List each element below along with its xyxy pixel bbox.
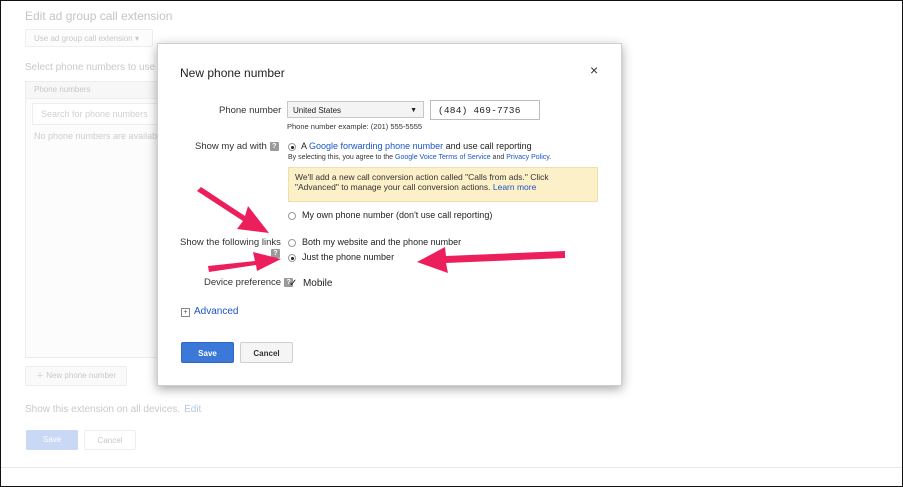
- phone-number-input[interactable]: (484) 469-7736: [430, 100, 540, 120]
- cancel-button[interactable]: Cancel: [240, 342, 293, 363]
- just-phone-option: Just the phone number: [302, 252, 395, 262]
- plus-box-icon[interactable]: +: [181, 308, 190, 317]
- phone-search-input[interactable]: Search for phone numbers: [32, 103, 162, 125]
- radio-own-number[interactable]: [288, 212, 296, 220]
- checkmark-icon: ✓: [289, 278, 298, 289]
- both-links-option: Both my website and the phone number: [302, 237, 462, 247]
- screenshot-frame: Edit ad group call extension Use ad grou…: [0, 0, 903, 487]
- page-save-button[interactable]: Save: [26, 430, 78, 450]
- device-info-text: Show this extension on all devices. Edit: [25, 404, 202, 415]
- page-cancel-button[interactable]: Cancel: [84, 430, 136, 450]
- country-select[interactable]: United States ▼: [287, 101, 424, 118]
- google-forwarding-link[interactable]: Google forwarding phone number: [309, 141, 443, 151]
- voice-terms-link[interactable]: Google Voice Terms of Service: [395, 154, 491, 161]
- page-title: Edit ad group call extension: [25, 9, 173, 23]
- radio-just-phone[interactable]: [288, 254, 296, 262]
- help-icon[interactable]: ?: [271, 249, 280, 258]
- privacy-policy-link[interactable]: Privacy Policy: [506, 154, 549, 161]
- device-preference-label: Device preference?: [204, 277, 294, 288]
- new-phone-number-button[interactable]: ＋ New phone number: [25, 366, 127, 386]
- mobile-label: Mobile: [302, 278, 333, 289]
- radio-google-forwarding[interactable]: [288, 143, 296, 151]
- conversion-notice: We'll add a new call conversion action c…: [288, 167, 598, 202]
- advanced-link[interactable]: Advanced: [194, 306, 238, 317]
- panel-header: Phone numbers: [26, 82, 168, 99]
- divider: [1, 467, 902, 468]
- empty-state-text: No phone numbers are availab: [34, 131, 158, 141]
- show-links-label: Show the following links: [180, 237, 281, 248]
- save-button[interactable]: Save: [181, 342, 234, 363]
- own-number-option: My own phone number (don't use call repo…: [302, 210, 493, 220]
- show-ad-with-label: Show my ad with?: [195, 141, 279, 152]
- new-phone-number-dialog: New phone number × Phone number United S…: [157, 43, 622, 386]
- learn-more-link[interactable]: Learn more: [493, 182, 536, 192]
- terms-agreement-text: By selecting this, you agree to the Goog…: [288, 154, 552, 161]
- chevron-down-icon: ▼: [410, 107, 417, 114]
- close-icon[interactable]: ×: [590, 62, 598, 78]
- help-icon[interactable]: ?: [269, 141, 279, 151]
- edit-devices-link[interactable]: Edit: [184, 404, 201, 415]
- select-phone-text: Select phone numbers to use w: [25, 62, 166, 73]
- phone-example-text: Phone number example: (201) 555-5555: [287, 122, 423, 131]
- google-forwarding-option: A Google forwarding phone number and use…: [301, 141, 532, 151]
- mobile-checkbox[interactable]: ✓ Mobile: [289, 278, 332, 289]
- extension-type-dropdown[interactable]: Use ad group call extension ▾: [25, 29, 153, 47]
- phone-numbers-panel: Phone numbers Search for phone numbers N…: [25, 81, 169, 358]
- radio-both-links[interactable]: [288, 239, 296, 247]
- dialog-title: New phone number: [180, 66, 285, 80]
- phone-number-label: Phone number: [219, 105, 282, 116]
